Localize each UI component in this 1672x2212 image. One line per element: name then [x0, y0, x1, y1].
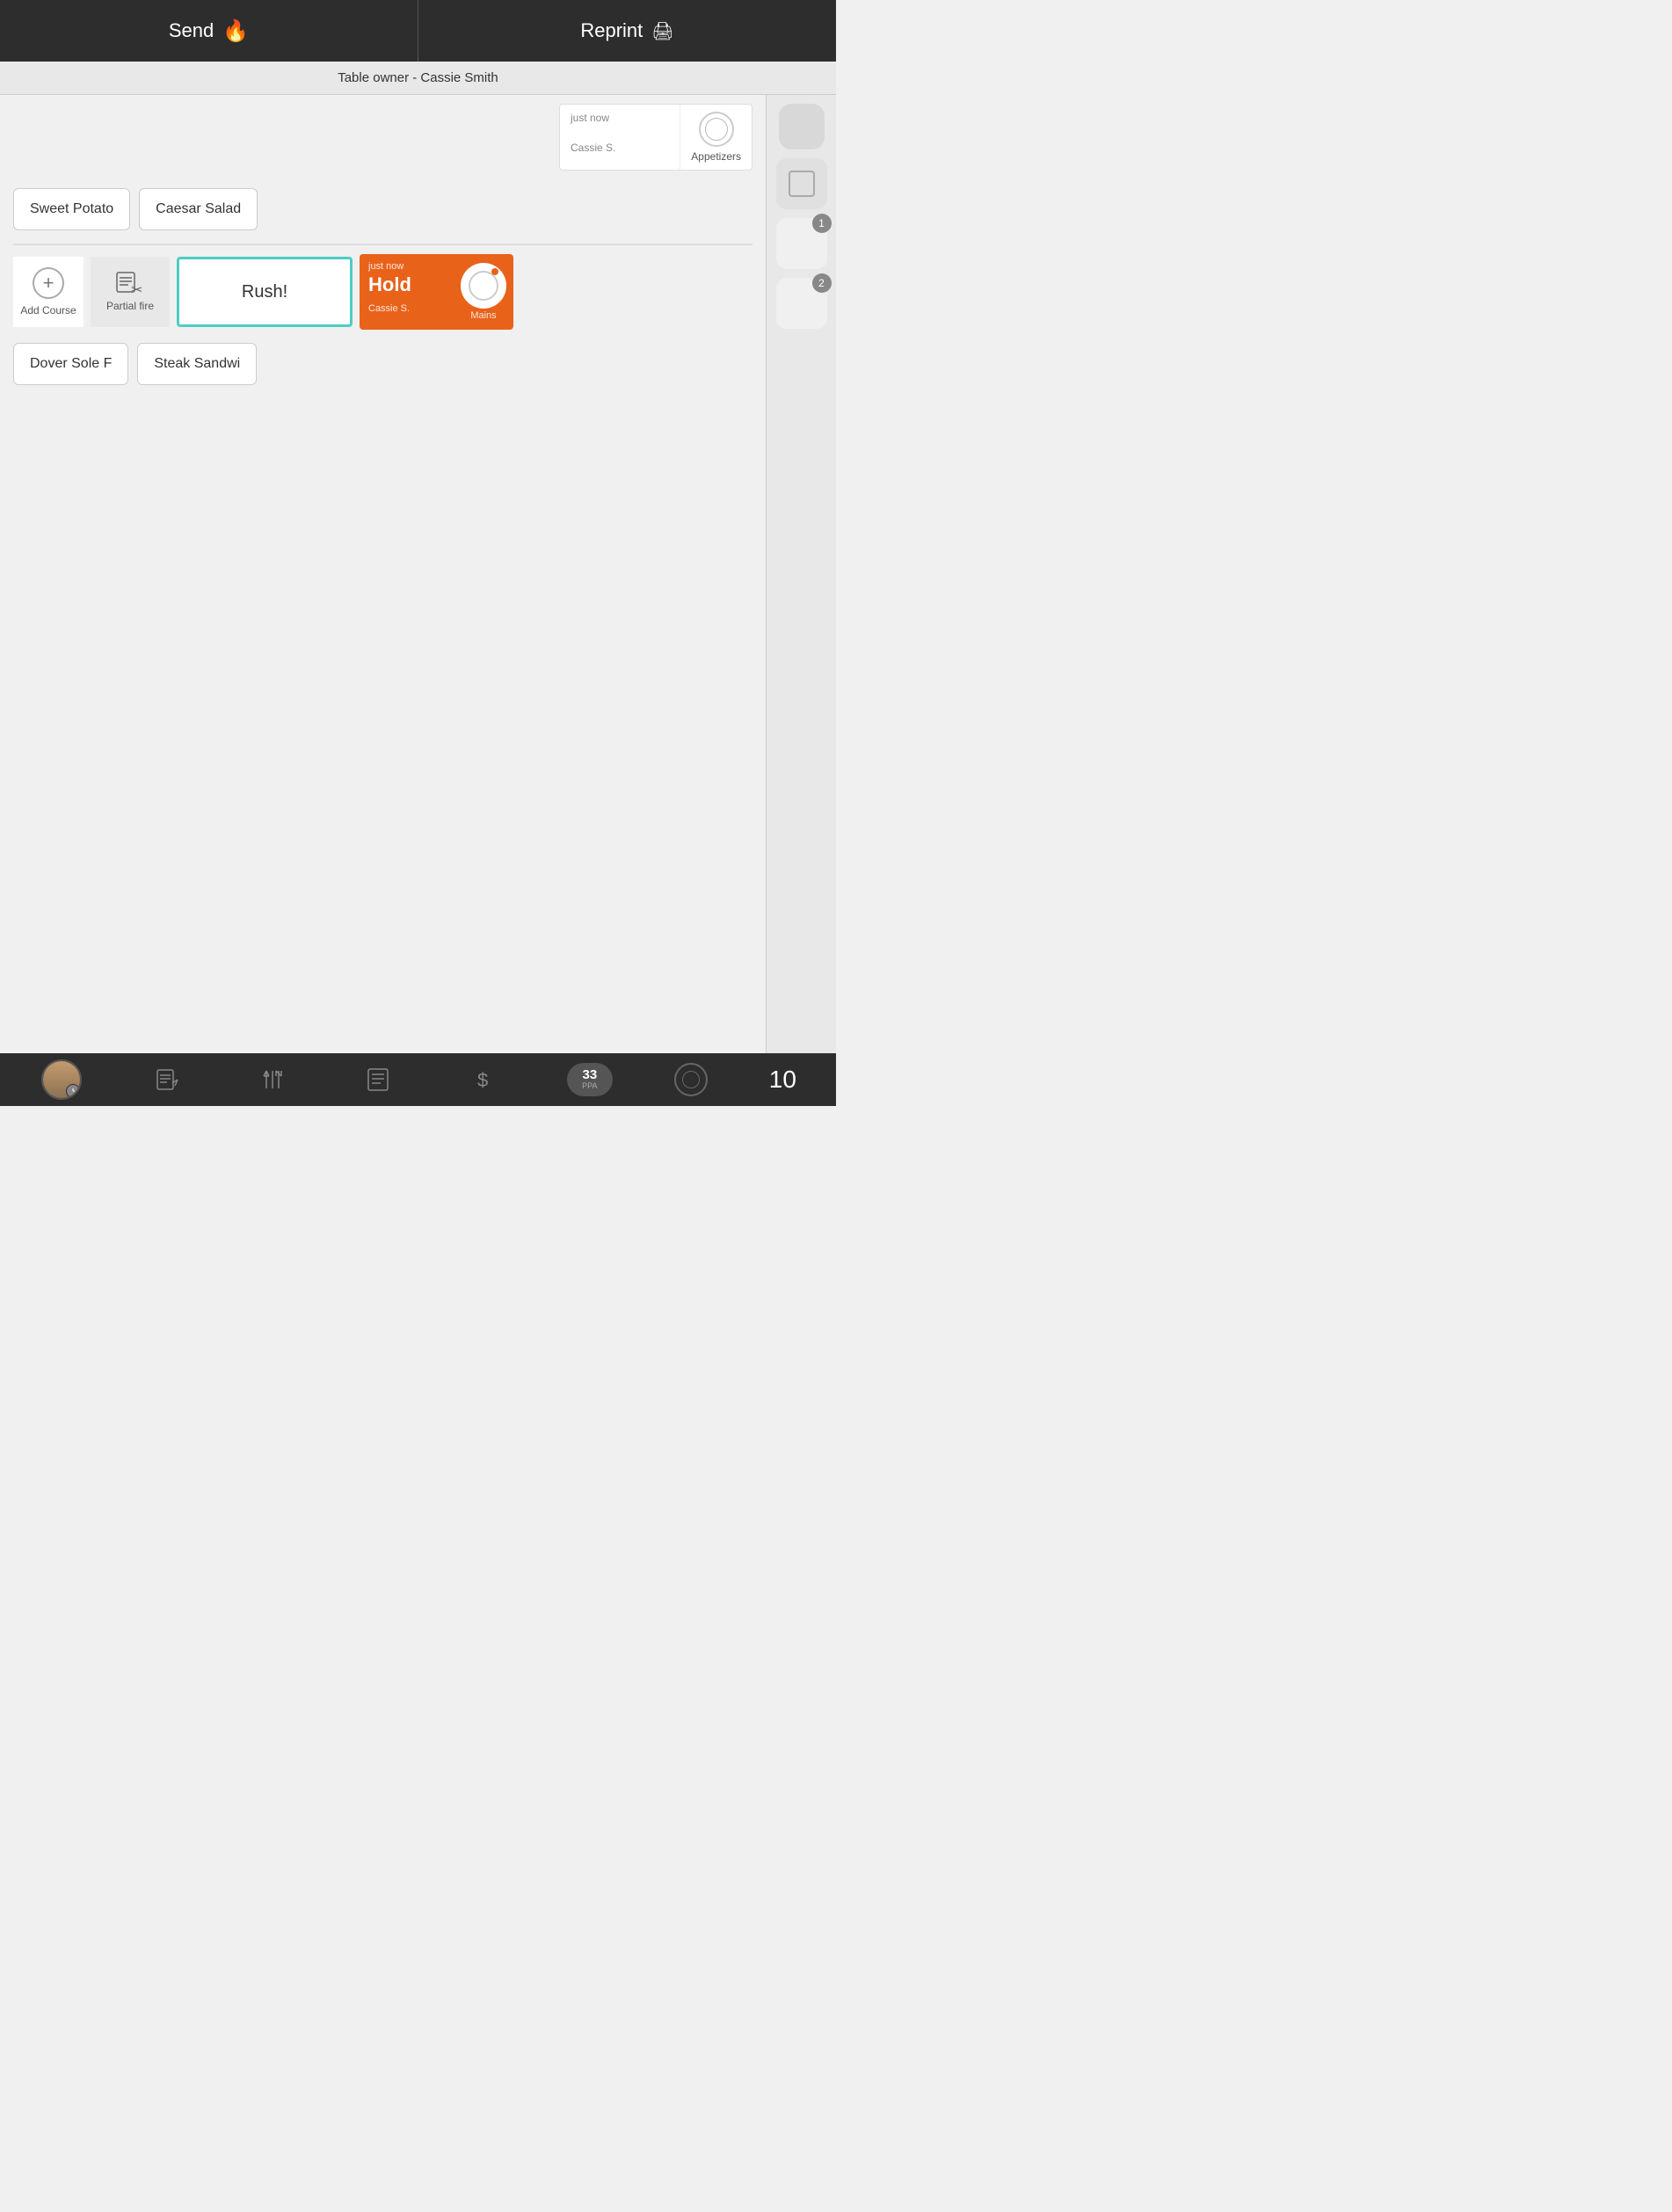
ticket-server: Cassie S.	[571, 142, 669, 154]
sidebar-badge-1: 1	[812, 214, 832, 233]
course1-items: Sweet Potato Caesar Salad	[13, 188, 752, 230]
rush-label: Rush!	[242, 282, 287, 302]
sidebar-top-button[interactable]	[779, 104, 825, 149]
rush-ticket[interactable]: Rush!	[177, 257, 353, 327]
appetizer-ticket[interactable]: just now Cassie S. Appetizers	[559, 104, 752, 171]
order-tab[interactable]	[145, 1058, 189, 1102]
table-number: 10	[769, 1066, 796, 1094]
avatar	[41, 1059, 82, 1100]
fire-icon: 🔥	[222, 18, 249, 44]
partial-fire-label: Partial fire	[106, 300, 154, 312]
hold-label: Hold	[368, 273, 445, 296]
sidebar-badge-2: 2	[812, 273, 832, 293]
ppa-value: 33	[582, 1068, 597, 1083]
plate-icon-small	[699, 112, 734, 147]
circle-button[interactable]	[674, 1063, 708, 1096]
send-button[interactable]: Send 🔥	[0, 0, 418, 62]
sidebar-badge2-button[interactable]: 2	[776, 278, 827, 329]
right-sidebar: 1 2	[766, 95, 836, 1053]
partial-fire-button[interactable]: ✂ Partial fire	[91, 257, 170, 327]
ppa-label: PPA	[582, 1082, 597, 1091]
left-area: just now Cassie S. Appetizers Sweet Pota…	[0, 95, 766, 1053]
avatar-tab[interactable]	[40, 1058, 84, 1102]
ticket-info: just now Cassie S.	[560, 105, 680, 170]
hold-plate: Mains	[454, 254, 513, 330]
select-icon	[789, 171, 815, 197]
mains-row: + Add Course ✂ Partial fire	[13, 254, 752, 330]
add-course-label: Add Course	[20, 304, 76, 317]
plate-inner-small	[705, 118, 728, 141]
steak-sandwi-item[interactable]: Steak Sandwi	[137, 343, 257, 385]
checklist-tab[interactable]	[356, 1058, 400, 1102]
sidebar-select-button[interactable]	[776, 158, 827, 209]
table-owner-text: Table owner - Cassie Smith	[338, 70, 498, 85]
sweet-potato-item[interactable]: Sweet Potato	[13, 188, 130, 230]
partial-fire-icon: ✂	[116, 272, 144, 296]
caesar-salad-item[interactable]: Caesar Salad	[139, 188, 258, 230]
table-owner-bar: Table owner - Cassie Smith	[0, 62, 836, 95]
appetizer-row: just now Cassie S. Appetizers	[13, 104, 752, 179]
plate-circle-orange	[461, 263, 506, 309]
main-content: just now Cassie S. Appetizers Sweet Pota…	[0, 95, 836, 1053]
menu-tab[interactable]	[251, 1058, 294, 1102]
ticket-course-label: Appetizers	[691, 150, 741, 163]
reprint-label: Reprint	[580, 19, 643, 42]
hold-ticket-info: just now Hold Cassie S.	[360, 254, 454, 330]
clock-dot-icon	[491, 268, 498, 275]
hold-ticket[interactable]: just now Hold Cassie S. Mains	[360, 254, 513, 330]
hold-server: Cassie S.	[368, 303, 445, 314]
hold-course-label: Mains	[470, 310, 496, 321]
plate-inner-orange	[469, 271, 498, 301]
ticket-right: Appetizers	[680, 105, 752, 170]
divider	[13, 244, 752, 245]
payment-tab[interactable]: $	[462, 1058, 505, 1102]
ppa-button[interactable]: 33 PPA	[567, 1063, 613, 1096]
send-label: Send	[169, 19, 214, 42]
ticket-time: just now	[571, 112, 669, 124]
clock-badge-icon	[66, 1084, 80, 1098]
hold-time: just now	[368, 261, 445, 272]
reprint-button[interactable]: Reprint 🖨	[418, 0, 836, 62]
add-course-button[interactable]: + Add Course	[13, 257, 84, 327]
bottom-bar: $ 33 PPA 10	[0, 1053, 836, 1106]
inner-circle-icon	[682, 1071, 700, 1088]
dover-sole-item[interactable]: Dover Sole F	[13, 343, 128, 385]
svg-text:✂: ✂	[131, 283, 142, 296]
header-bar: Send 🔥 Reprint 🖨	[0, 0, 836, 62]
svg-text:$: $	[477, 1069, 488, 1091]
add-course-plus-icon: +	[33, 267, 64, 299]
printer-icon: 🖨	[651, 20, 673, 42]
sidebar-badge1-button[interactable]: 1	[776, 218, 827, 269]
course3-items: Dover Sole F Steak Sandwi	[13, 343, 752, 385]
